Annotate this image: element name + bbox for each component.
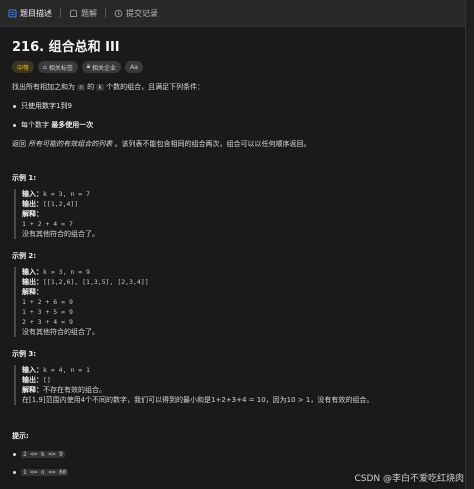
return-text: 。该列表不能包含相同的组合两次，组合可以以任何顺序返回。: [112, 140, 311, 148]
companies-label: 相关企业: [92, 64, 117, 72]
tags-label: 相关标签: [48, 64, 73, 72]
badge-row: 中等 ⌂ 相关标签 🔒︎ 相关企业 Aa: [12, 60, 464, 74]
example-title: 示例 2:: [12, 252, 37, 260]
explain-line: 1 + 3 + 5 = 9: [22, 308, 73, 316]
tags-badge[interactable]: ⌂ 相关标签: [38, 61, 78, 73]
example-output: 输出：[[1,2,6], [1,3,5], [2,3,4]]: [22, 277, 464, 287]
conditions-list: 只使用数字1到9 每个数字 最多使用一次: [12, 101, 464, 130]
output-value: [[1,2,6], [1,3,5], [2,3,4]]: [43, 278, 149, 286]
tab-label: 提交记录: [126, 8, 158, 18]
input-value: k = 4, n = 1: [43, 366, 90, 374]
explain-label: 解释：: [22, 288, 43, 296]
input-value: k = 3, n = 7: [43, 190, 90, 198]
return-text: 返回: [12, 140, 29, 148]
tab-solution[interactable]: 题解: [61, 0, 105, 26]
tab-description[interactable]: 题目描述: [0, 0, 60, 26]
difficulty-badge[interactable]: 中等: [12, 61, 35, 73]
output-value: [[1,2,4]]: [43, 200, 79, 208]
example-block: 输入：k = 3, n = 9 输出：[[1,2,6], [1,3,5], [2…: [14, 267, 464, 337]
input-label: 输入：: [22, 366, 43, 374]
condition-item: 只使用数字1到9: [12, 101, 464, 111]
tag-icon: ⌂: [43, 63, 47, 71]
explain-line: 在[1,9]范围内使用4个不同的数字，我们可以得到的最小和是1+2+3+4 = …: [22, 396, 374, 404]
return-description: 返回 所有可能的有效组合的列表 。该列表不能包含相同的组合两次，组合可以以任何顺…: [12, 139, 464, 149]
hint-code: 2 <= k <= 9: [21, 451, 65, 458]
scrollbar-track[interactable]: [465, 0, 474, 489]
lock-icon: 🔒︎: [86, 63, 91, 70]
output-label: 输出：: [22, 376, 43, 384]
tab-history[interactable]: 提交记录: [106, 0, 166, 26]
example-title: 示例 3:: [12, 350, 37, 358]
example-input: 输入：k = 3, n = 9: [22, 267, 464, 277]
problem-description: 216. 组合总和 III 中等 ⌂ 相关标签 🔒︎ 相关企业 Aa 找出所有相…: [12, 28, 464, 478]
explain-line: 1 + 2 + 4 = 7: [22, 220, 73, 228]
intro-k-code: k: [96, 84, 104, 91]
font-size-badge[interactable]: Aa: [125, 61, 143, 73]
hint-item: 2 <= k <= 9: [12, 449, 464, 460]
problem-title: 216. 组合总和 III: [12, 40, 120, 55]
explain-line: 没有其他符合的组合了。: [22, 328, 99, 336]
intro-n-code: n: [77, 84, 85, 91]
explain-label: 解释：: [22, 386, 43, 394]
example-title: 示例 1:: [12, 174, 37, 182]
output-label: 输出：: [22, 200, 43, 208]
input-label: 输入：: [22, 190, 43, 198]
example-output: 输出：[[1,2,4]]: [22, 199, 464, 209]
input-value: k = 3, n = 9: [43, 268, 90, 276]
example-input: 输入：k = 3, n = 7: [22, 189, 464, 199]
condition-emphasis: 最多使用一次: [51, 121, 94, 129]
input-label: 输入：: [22, 268, 43, 276]
condition-text: 每个数字: [21, 121, 52, 129]
hint-code: 1 <= n <= 60: [21, 469, 69, 476]
companies-badge[interactable]: 🔒︎ 相关企业: [81, 61, 122, 73]
problem-intro: 找出所有相加之和为 n 的 k 个数的组合，且满足下列条件：: [12, 82, 464, 93]
intro-text: 找出所有相加之和为: [12, 83, 78, 91]
example-explain: 解释：不存在有效的组合。: [22, 385, 464, 395]
description-icon: [8, 9, 17, 18]
example-output: 输出：[]: [22, 375, 464, 385]
output-label: 输出：: [22, 278, 43, 286]
example-block: 输入：k = 4, n = 1 输出：[] 解释：不存在有效的组合。 在[1,9…: [14, 365, 464, 405]
condition-item: 每个数字 最多使用一次: [12, 120, 464, 130]
watermark: CSDN @李白不爱吃红烧肉: [354, 474, 464, 484]
explain-label: 解释：: [22, 210, 43, 218]
explain-line: 没有其他符合的组合了。: [22, 230, 99, 238]
output-value: []: [43, 376, 51, 384]
explain-line: 1 + 2 + 6 = 9: [22, 298, 73, 306]
example-block: 输入：k = 3, n = 7 输出：[[1,2,4]] 解释： 1 + 2 +…: [14, 189, 464, 239]
explain-line: 不存在有效的组合。: [43, 386, 106, 394]
tab-label: 题解: [81, 8, 97, 18]
hints-title: 提示:: [12, 432, 29, 440]
history-icon: [114, 9, 123, 18]
intro-text: 的: [84, 83, 97, 91]
tab-label: 题目描述: [20, 8, 52, 18]
example-input: 输入：k = 4, n = 1: [22, 365, 464, 375]
intro-text: 个数的组合，且满足下列条件：: [103, 83, 205, 91]
explain-line: 2 + 3 + 4 = 9: [22, 318, 73, 326]
tab-bar: 题目描述 题解 提交记录: [0, 0, 474, 27]
solution-icon: [69, 9, 78, 18]
return-emphasis: 所有可能的有效组合的列表: [28, 140, 113, 148]
